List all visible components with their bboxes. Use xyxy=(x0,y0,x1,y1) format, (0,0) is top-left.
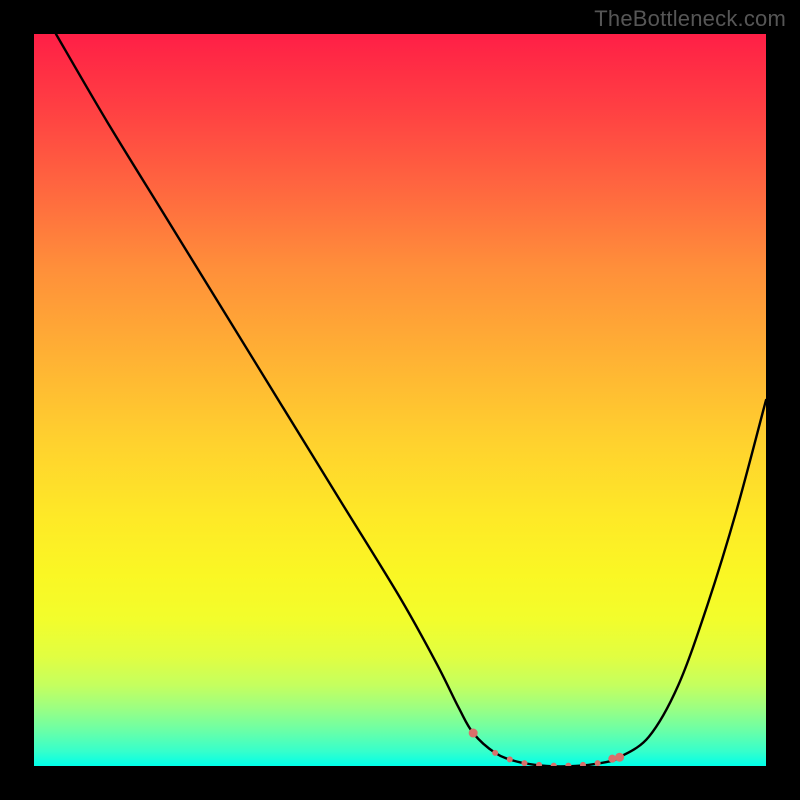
optimal-zone-markers xyxy=(469,729,624,766)
chart-curve-layer xyxy=(34,34,766,766)
optimal-zone-dot xyxy=(615,753,624,762)
optimal-zone-dot xyxy=(507,756,513,762)
optimal-zone-dot xyxy=(608,755,616,763)
bottleneck-curve xyxy=(56,34,766,766)
optimal-zone-dot xyxy=(565,763,571,766)
chart-plot-area xyxy=(34,34,766,766)
optimal-zone-dot xyxy=(595,760,601,766)
optimal-zone-dot xyxy=(492,750,498,756)
watermark-label: TheBottleneck.com xyxy=(594,6,786,32)
optimal-zone-dot xyxy=(551,763,557,766)
optimal-zone-dot xyxy=(469,729,478,738)
optimal-zone-dot xyxy=(580,762,586,766)
optimal-zone-dot xyxy=(536,762,542,766)
optimal-zone-dot xyxy=(521,760,527,766)
